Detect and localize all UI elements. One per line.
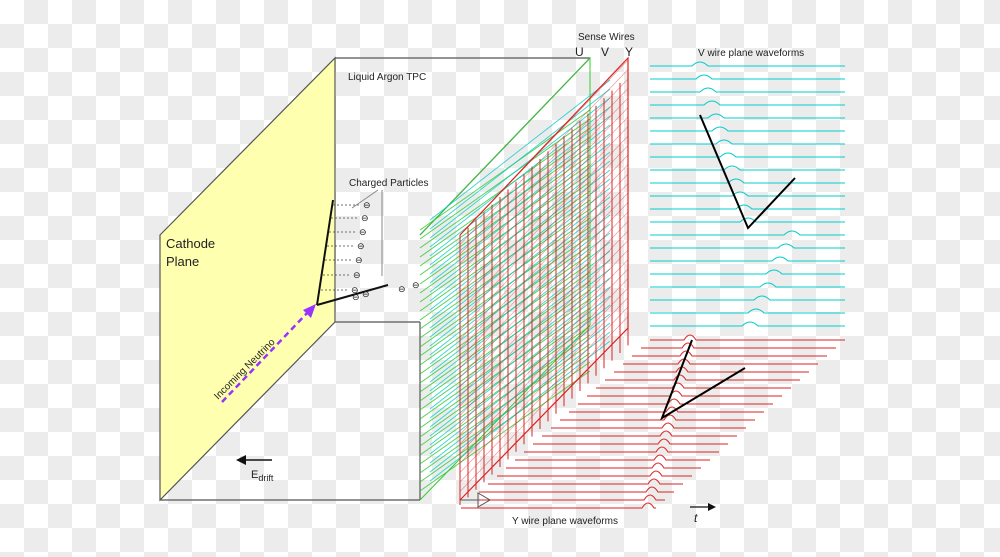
y-waveform-trace bbox=[596, 382, 791, 389]
e-drift-arrow bbox=[236, 455, 272, 465]
e-drift-label: Edrift bbox=[251, 469, 274, 483]
v-waveform-trace bbox=[650, 113, 845, 119]
v-waveform-trace bbox=[650, 165, 845, 171]
y-wire-cross bbox=[459, 192, 629, 369]
y-waveform-trace bbox=[524, 446, 719, 453]
y-wire-cross bbox=[459, 154, 629, 331]
cathode-label-line1: Cathode bbox=[166, 236, 215, 251]
electron: ⊖ bbox=[359, 228, 367, 238]
y-waveform-trace bbox=[533, 438, 728, 445]
v-wire bbox=[429, 88, 611, 230]
y-waveform-trace bbox=[488, 478, 683, 485]
v-waveform-trace bbox=[650, 100, 845, 106]
electron: ⊖ bbox=[355, 256, 363, 266]
y-waveform-trace bbox=[461, 502, 656, 509]
tpc-diagram: ⊖⊖⊖⊖⊖⊖⊖⊖ ⊖ ⊖ ⊖ Cathode Plane Liquid Argon T… bbox=[159, 32, 845, 527]
v-waveform-trace bbox=[650, 61, 845, 67]
y-wire-cross bbox=[459, 183, 629, 359]
v-waveforms-label: V wire plane waveforms bbox=[698, 48, 804, 59]
v-waveform-trace bbox=[650, 217, 845, 223]
v-waveform-trace bbox=[650, 152, 845, 158]
y-waveform-trace bbox=[542, 430, 737, 437]
y-waveform-trace bbox=[551, 422, 746, 429]
v-waveform-trace bbox=[650, 295, 845, 301]
cathode-label-line2: Plane bbox=[166, 254, 199, 269]
v-waveform-trace bbox=[650, 269, 845, 275]
y-waveform-trace bbox=[650, 334, 845, 341]
drifting-electrons: ⊖⊖⊖⊖⊖⊖⊖⊖ ⊖ ⊖ ⊖ bbox=[321, 201, 420, 303]
y-wire-cross bbox=[459, 306, 629, 483]
v-waveform-trace bbox=[650, 126, 845, 132]
electron: ⊖ bbox=[412, 281, 420, 291]
y-wire-cross bbox=[459, 69, 629, 245]
v-waveform-trace bbox=[650, 139, 845, 145]
v-wire-plane-waveforms bbox=[650, 61, 845, 327]
electron: ⊖ bbox=[353, 271, 361, 281]
v-waveform-trace bbox=[650, 308, 845, 314]
y-waveform-trace bbox=[641, 342, 836, 349]
tpc-label: Liquid Argon TPC bbox=[348, 72, 426, 83]
cathode-plane bbox=[159, 56, 336, 502]
y-wire-cross bbox=[459, 297, 629, 473]
y-waveform-trace bbox=[560, 414, 755, 421]
y-waveform-trace bbox=[632, 350, 827, 357]
v-wire bbox=[429, 115, 611, 257]
v-waveform-trace bbox=[650, 282, 845, 288]
electron: ⊖ bbox=[357, 242, 365, 252]
y-wire-cross bbox=[459, 221, 629, 397]
y-waveform-trace bbox=[605, 374, 800, 381]
v-waveform-trace bbox=[650, 243, 845, 249]
v-waveform-trace bbox=[650, 256, 845, 262]
y-waveform-trace bbox=[479, 486, 674, 493]
v-wire bbox=[429, 124, 611, 266]
time-axis-arrow bbox=[690, 503, 716, 511]
v-plane-label: V bbox=[601, 45, 609, 59]
y-waveform-trace bbox=[515, 454, 710, 461]
v-wire bbox=[429, 106, 611, 248]
v-plane-track-reconstruction bbox=[699, 114, 796, 230]
y-waveform-trace bbox=[614, 366, 809, 373]
y-waveform-trace bbox=[623, 358, 818, 365]
v-wire bbox=[429, 79, 611, 221]
charged-particles-label: Charged Particles bbox=[349, 178, 428, 189]
y-waveform-trace bbox=[497, 470, 692, 477]
electron: ⊖ bbox=[398, 285, 406, 295]
y-waveform-trace bbox=[578, 398, 773, 405]
v-waveform-trace bbox=[650, 204, 845, 210]
y-waveform-trace bbox=[470, 494, 665, 501]
v-waveform-trace bbox=[650, 178, 845, 184]
v-waveform-trace bbox=[650, 191, 845, 197]
v-wire bbox=[429, 97, 611, 239]
y-wire-cross bbox=[459, 145, 629, 321]
electron: ⊖ bbox=[352, 293, 360, 303]
y-waveforms-label: Y wire plane waveforms bbox=[512, 516, 618, 527]
sense-wires-label: Sense Wires bbox=[578, 32, 635, 43]
v-waveform-trace bbox=[650, 74, 845, 80]
v-waveform-trace bbox=[650, 230, 845, 236]
y-waveform-trace bbox=[587, 390, 782, 397]
t-axis-label: t bbox=[694, 511, 698, 525]
v-waveform-trace bbox=[650, 321, 845, 327]
u-plane-label: U bbox=[575, 45, 584, 59]
y-waveform-trace bbox=[506, 462, 701, 469]
electron: ⊖ bbox=[362, 290, 370, 300]
electron: ⊖ bbox=[363, 201, 371, 211]
electron: ⊖ bbox=[361, 214, 369, 224]
y-plane-label: Y bbox=[625, 45, 633, 59]
v-waveform-trace bbox=[650, 87, 845, 93]
